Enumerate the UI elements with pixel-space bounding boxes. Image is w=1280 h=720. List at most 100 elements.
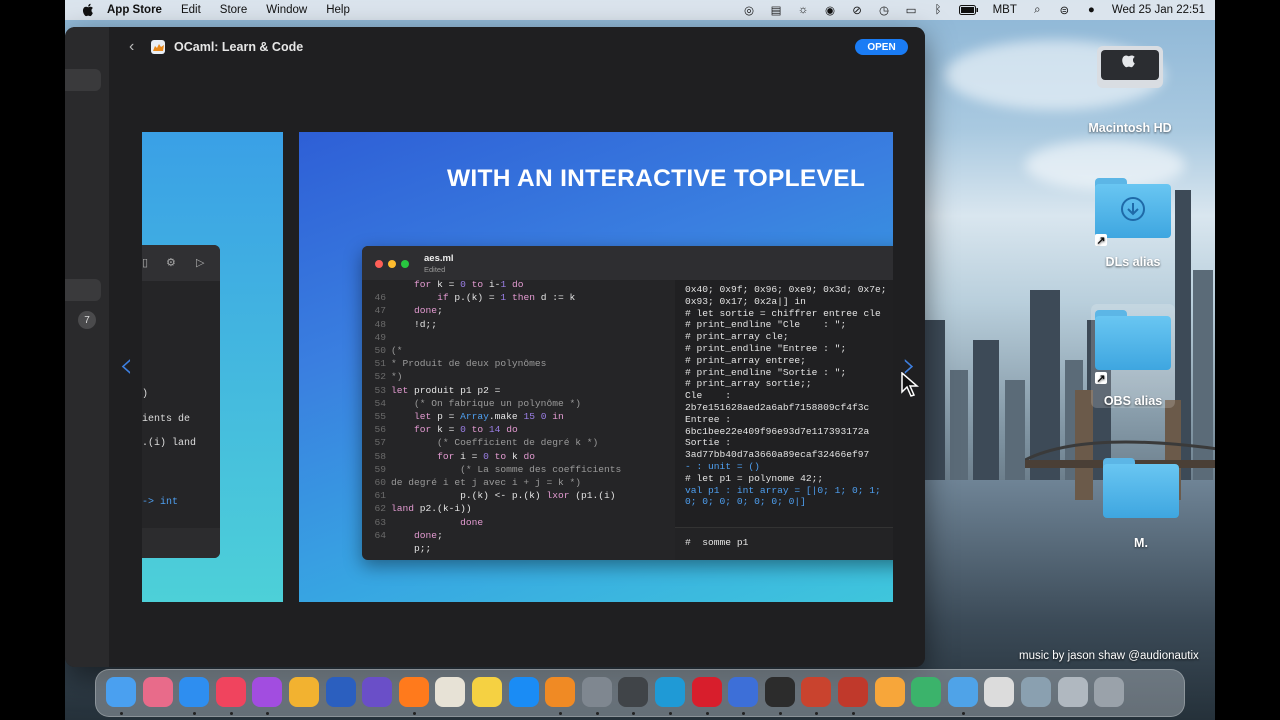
dock-activity-monitor-icon[interactable] (764, 677, 795, 707)
running-indicator (193, 712, 197, 715)
status-area: ◎ ▤ ☼ ◉ ⊘ ◷ ▭ ᛒ MBT ⌕ ⊜ ● Wed 25 Jan 22:… (743, 0, 1205, 20)
desktop-icon-obs-alias[interactable]: ↗ OBS alias (1091, 304, 1175, 410)
running-indicator (229, 712, 233, 715)
bluetooth-icon[interactable]: ᛒ (932, 4, 945, 16)
dock-trash-icon[interactable] (1094, 677, 1125, 707)
code-line: done (460, 516, 484, 528)
dock-notes2-icon[interactable] (874, 677, 905, 707)
dropbox-icon[interactable]: ▤ (770, 4, 783, 17)
previous-screenshot-chevron-icon[interactable]: ‹ (119, 345, 133, 386)
sidebar: 7 (65, 27, 109, 667)
dock-edge-icon[interactable] (655, 677, 685, 707)
dock-app-store-icon[interactable] (508, 677, 539, 707)
running-indicator (778, 712, 782, 715)
dock-word-icon[interactable] (325, 677, 356, 707)
apple-menu-icon[interactable] (81, 3, 95, 17)
running-indicator (669, 712, 672, 715)
dock-opera-icon[interactable] (691, 677, 722, 707)
toplevel-output-line: 6bc1bee22e409f96e93d7e117393172a (685, 425, 870, 437)
line-number: 58 (374, 450, 386, 462)
control-center-icon[interactable]: ⊜ (1058, 4, 1071, 17)
menubar-clock[interactable]: Wed 25 Jan 22:51 (1112, 4, 1205, 16)
code-line: -> int (142, 497, 179, 508)
dock-music-icon[interactable] (215, 677, 246, 707)
code-line: done; (414, 305, 443, 317)
close-dot-icon (375, 260, 383, 268)
detail-header: ‹ OCaml: Learn & Code OPEN (109, 27, 925, 67)
code-window: aes.ml Edited for k = 0 to i-1 do 46 if p… (362, 246, 893, 560)
toplevel-output-line: - : unit = () (685, 461, 760, 472)
dock-launchpad-icon[interactable] (142, 677, 173, 707)
dock-notes-icon[interactable] (472, 677, 502, 707)
file-name: aes.ml (424, 253, 454, 264)
dock-firefox-icon[interactable] (398, 677, 429, 707)
focus-icon[interactable]: ⊘ (851, 4, 864, 17)
code-line: .(i) land (142, 438, 197, 449)
dock-system-preferences-icon[interactable] (581, 677, 612, 707)
line-number: 54 (374, 397, 386, 409)
wallpaper-building (973, 340, 999, 490)
dock-podcasts-icon[interactable] (252, 677, 283, 707)
desktop-icon-macintosh-hd[interactable]: Macintosh HD (1075, 40, 1185, 135)
dock-ocaml-icon[interactable] (947, 677, 978, 707)
dock-textedit-icon[interactable] (435, 677, 466, 707)
toplevel-output-line: Entree : (685, 413, 732, 425)
desktop-icon-label: Macintosh HD (1088, 121, 1172, 135)
dock-finder-icon[interactable] (106, 677, 136, 707)
running-indicator (559, 712, 563, 715)
menu-window[interactable]: Window (266, 4, 307, 16)
brightness-icon[interactable]: ☼ (797, 4, 810, 16)
dock-photos-icon[interactable] (289, 677, 319, 707)
code-line: de degré i et j avec i + j = k *) (391, 477, 581, 488)
desktop-icon-label: DLs alias (1105, 255, 1161, 269)
menu-store[interactable]: Store (220, 4, 248, 16)
code-line: p.(k) <- p.(k) lxor (p1.(i) (391, 490, 616, 502)
desktop-icon-m[interactable]: M. (1103, 458, 1179, 558)
dock-photo-booth-icon[interactable] (838, 677, 868, 707)
app-detail: ‹ OCaml: Learn & Code OPEN ▯ ⚙ ▷ ) ients… (109, 27, 925, 667)
toplevel-input[interactable]: # somme p1 (685, 537, 748, 549)
menu-edit[interactable]: Edit (181, 4, 201, 16)
toplevel-output-line: 3ad77bb40d7a3660a89ecaf32466ef97 (685, 449, 870, 461)
code-line: ients de (142, 414, 191, 425)
menu-help[interactable]: Help (326, 4, 350, 16)
battery-icon[interactable] (958, 4, 979, 16)
dock-music-folder-icon[interactable] (984, 677, 1015, 707)
dock-copilot-icon[interactable] (911, 677, 942, 707)
menu-app-store[interactable]: App Store (107, 4, 162, 16)
running-indicator (852, 712, 855, 715)
search-icon[interactable]: ⌕ (1031, 4, 1044, 16)
screenshot-previous[interactable]: ▯ ⚙ ▷ ) ients de .(i) land -> int (142, 132, 283, 602)
desktop-icon-dls-alias[interactable]: ↗ DLs alias (1095, 178, 1171, 278)
dock-obs-icon[interactable] (618, 677, 649, 707)
toplevel-panel: 0; 0; 0; 0; 0; 0; 0|] val p1 : int array … (675, 280, 893, 560)
dock-books-icon[interactable] (545, 677, 576, 707)
input-source[interactable]: MBT (993, 4, 1017, 16)
dock-downloads-icon[interactable] (1057, 677, 1088, 707)
ocaml-app-icon (151, 40, 165, 54)
running-indicator (266, 712, 270, 715)
alias-arrow-icon: ↗ (1095, 234, 1107, 247)
sidebar-item[interactable] (65, 279, 101, 301)
dock-powerpoint-icon[interactable] (801, 677, 832, 707)
camera-icon[interactable]: ▭ (905, 4, 918, 17)
toplevel-output-line: # print_endline "Sortie : "; (685, 366, 847, 378)
line-number: 53 (374, 384, 386, 396)
code-line: (* Coefficient de degré k *) (391, 437, 599, 449)
siri-icon[interactable]: ● (1085, 4, 1098, 16)
creative-cloud-icon[interactable]: ◎ (743, 4, 756, 17)
screenshot-current[interactable]: WITH AN INTERACTIVE TOPLEVEL aes.ml Edit… (299, 132, 893, 602)
sidebar-item[interactable] (65, 69, 101, 91)
toplevel-prompt[interactable]: # somme p1 (675, 527, 893, 560)
clock-icon[interactable]: ◷ (878, 4, 891, 17)
download-arrow-icon (1121, 197, 1145, 221)
obs-icon[interactable]: ◉ (824, 4, 837, 17)
dock-documents-icon[interactable] (1021, 677, 1051, 707)
toplevel-output-line: # print_array entree; (685, 354, 806, 366)
dock-screen-icon[interactable] (728, 677, 759, 707)
dock-font-book-icon[interactable] (362, 677, 393, 707)
back-button[interactable]: ‹ (129, 38, 134, 56)
folder-icon (1095, 310, 1171, 370)
open-button[interactable]: OPEN (855, 39, 908, 55)
dock-safari-icon[interactable] (179, 677, 210, 707)
